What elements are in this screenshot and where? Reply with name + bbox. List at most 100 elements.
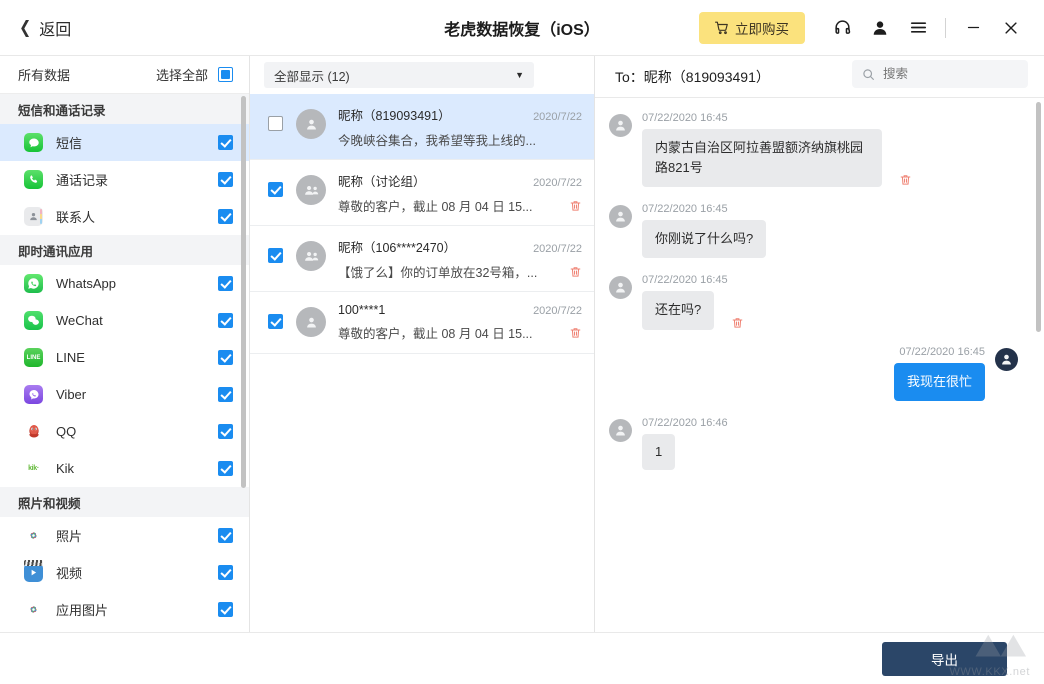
chat-message: 07/22/2020 16:45 还在吗? — [609, 274, 1018, 329]
sidebar-item-checkbox[interactable] — [218, 387, 233, 402]
sidebar-item-checkbox[interactable] — [218, 602, 233, 617]
contacts-icon — [24, 207, 43, 226]
minimize-icon — [965, 19, 982, 36]
sidebar-item-checkbox[interactable] — [218, 172, 233, 187]
delete-icon[interactable] — [569, 265, 582, 279]
sidebar-item-checkbox[interactable] — [218, 313, 233, 328]
sidebar-item-checkbox[interactable] — [218, 209, 233, 224]
sidebar-item-label: 联系人 — [56, 207, 218, 226]
app-photos-icon — [24, 600, 43, 619]
viber-icon — [24, 385, 43, 404]
sidebar-item-label: LINE — [56, 350, 218, 365]
sidebar-item-kik[interactable]: kik·Kik — [0, 450, 249, 487]
sidebar-item-checkbox[interactable] — [218, 276, 233, 291]
sidebar-item-checkbox[interactable] — [218, 565, 233, 580]
sidebar-item-label: Kik — [56, 461, 218, 476]
message-timestamp: 07/22/2020 16:45 — [642, 274, 744, 286]
message-list: 昵称（819093491）2020/7/22今晚峡谷集合，我希望等我上线的...… — [250, 94, 594, 632]
row-name: 昵称（819093491） — [338, 105, 527, 124]
message-bubble: 还在吗? — [642, 291, 714, 329]
delete-icon[interactable] — [569, 326, 582, 340]
chat-message: 07/22/2020 16:461 — [609, 417, 1018, 470]
line-icon: LINE — [24, 348, 43, 367]
menu-button[interactable] — [899, 9, 937, 47]
sidebar-item-viber[interactable]: Viber — [0, 376, 249, 413]
back-button[interactable]: ❮ 返回 — [18, 16, 71, 40]
sidebar-item-label: Viber — [56, 387, 218, 402]
search-box[interactable] — [852, 60, 1028, 88]
chevron-down-icon: ▼ — [515, 70, 524, 80]
row-checkbox[interactable] — [268, 248, 283, 263]
sidebar-item-照片[interactable]: 照片 — [0, 517, 249, 554]
chat-scrollbar[interactable] — [1036, 102, 1041, 332]
table-row[interactable]: 昵称（106****2470）2020/7/22【饿了么】你的订单放在32号箱，… — [250, 226, 594, 292]
sidebar-item-通话记录[interactable]: 通话记录 — [0, 161, 249, 198]
row-name: 昵称（106****2470） — [338, 237, 527, 256]
sidebar-header: 所有数据 选择全部 — [0, 56, 249, 94]
title-bar: ❮ 返回 老虎数据恢复（iOS） 立即购买 — [0, 0, 1044, 56]
contact-avatar-icon — [609, 276, 632, 299]
sidebar-item-checkbox[interactable] — [218, 350, 233, 365]
sidebar-item-label: WeChat — [56, 313, 218, 328]
chat-message: 07/22/2020 16:45我现在很忙 — [609, 346, 1018, 401]
sidebar-item-whatsapp[interactable]: WhatsApp — [0, 265, 249, 302]
sidebar-item-qq[interactable]: QQ — [0, 413, 249, 450]
list-toolbar: 全部显示 (12) ▼ — [250, 56, 594, 94]
sidebar-item-label: 应用图片 — [56, 600, 218, 619]
message-list-panel: 全部显示 (12) ▼ 昵称（819093491）2020/7/22今晚峡谷集合… — [250, 56, 595, 632]
sidebar-item-短信[interactable]: 短信 — [0, 124, 249, 161]
sidebar-item-checkbox[interactable] — [218, 424, 233, 439]
delete-icon[interactable] — [731, 316, 744, 330]
table-row[interactable]: 100****12020/7/22尊敬的客户，截止 08 月 04 日 15..… — [250, 292, 594, 354]
sidebar-item-label: 视频 — [56, 563, 218, 582]
toolbar-divider — [945, 18, 946, 38]
filter-dropdown[interactable]: 全部显示 (12) ▼ — [264, 62, 534, 88]
sidebar-item-label: 短信 — [56, 133, 218, 152]
main-body: 所有数据 选择全部 短信和通话记录短信通话记录联系人即时通讯应用WhatsApp… — [0, 56, 1044, 632]
row-checkbox[interactable] — [268, 182, 283, 197]
delete-icon[interactable] — [569, 199, 582, 213]
support-button[interactable] — [823, 9, 861, 47]
search-input[interactable] — [883, 67, 1013, 81]
row-preview: 尊敬的客户，截止 08 月 04 日 15... — [338, 196, 561, 215]
app-window: ❮ 返回 老虎数据恢复（iOS） 立即购买 — [0, 0, 1044, 684]
account-button[interactable] — [861, 9, 899, 47]
search-icon — [862, 68, 875, 81]
account-icon — [871, 19, 889, 37]
self-avatar-icon — [995, 348, 1018, 371]
sidebar-item-checkbox[interactable] — [218, 461, 233, 476]
sidebar-item-checkbox[interactable] — [218, 135, 233, 150]
export-button[interactable]: 导出 — [882, 642, 1007, 676]
sidebar-item-应用图片[interactable]: 应用图片 — [0, 591, 249, 628]
table-row[interactable]: 昵称（819093491）2020/7/22今晚峡谷集合，我希望等我上线的... — [250, 94, 594, 160]
filter-dropdown-label: 全部显示 (12) — [274, 66, 350, 85]
close-button[interactable] — [992, 9, 1030, 47]
window-controls: 立即购买 — [699, 9, 1044, 47]
delete-icon[interactable] — [899, 173, 912, 187]
message-timestamp: 07/22/2020 16:45 — [642, 203, 766, 215]
sidebar-item-line[interactable]: LINE LINE — [0, 339, 249, 376]
chat-scroll-area: 07/22/2020 16:45内蒙古自治区阿拉善盟额济纳旗桃园路821号07/… — [595, 98, 1044, 632]
sms-icon — [24, 133, 43, 152]
photos-icon — [24, 526, 43, 545]
minimize-button[interactable] — [954, 9, 992, 47]
sidebar-item-checkbox[interactable] — [218, 528, 233, 543]
buy-now-button[interactable]: 立即购买 — [699, 12, 805, 44]
sidebar-scrollbar[interactable] — [241, 96, 246, 488]
row-date: 2020/7/22 — [533, 177, 582, 189]
message-bubble: 1 — [642, 434, 675, 470]
row-name: 昵称（讨论组） — [338, 171, 527, 190]
sidebar-item-视频[interactable]: 视频 — [0, 554, 249, 591]
row-checkbox[interactable] — [268, 314, 283, 329]
select-all-checkbox[interactable] — [218, 67, 233, 82]
back-chevron-icon: ❮ — [19, 19, 31, 36]
footer-bar: 导出 — [0, 632, 1044, 684]
person-avatar-icon — [296, 307, 326, 337]
sidebar-item-label: QQ — [56, 424, 218, 439]
sidebar-item-联系人[interactable]: 联系人 — [0, 198, 249, 235]
person-avatar-icon — [296, 109, 326, 139]
contact-avatar-icon — [609, 114, 632, 137]
row-checkbox[interactable] — [268, 116, 283, 131]
table-row[interactable]: 昵称（讨论组） 2020/7/22 尊敬的客户，截止 08 月 04 日 15... — [250, 160, 594, 226]
sidebar-item-wechat[interactable]: WeChat — [0, 302, 249, 339]
